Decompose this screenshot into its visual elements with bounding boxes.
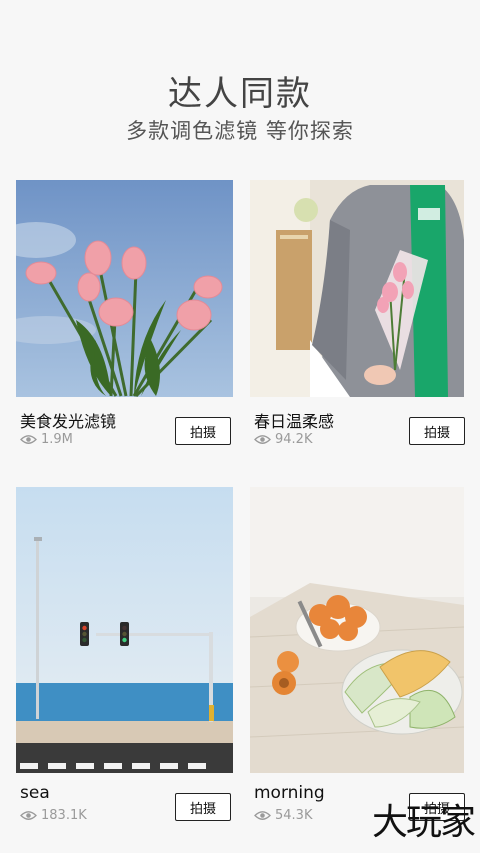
view-count-value: 94.2K xyxy=(275,432,313,447)
filter-name: morning xyxy=(254,783,325,803)
filter-thumbnail-morning[interactable] xyxy=(250,487,467,773)
page-subtitle: 多款调色滤镜 等你探索 xyxy=(126,119,354,143)
view-count: 94.2K xyxy=(254,432,312,447)
filter-card-3[interactable]: sea 183.1K 拍摄 xyxy=(16,487,233,823)
filter-thumbnail-sea[interactable] xyxy=(16,487,233,773)
view-count-value: 183.1K xyxy=(41,808,87,823)
view-count-value: 1.9M xyxy=(41,432,73,447)
view-count: 54.3K xyxy=(254,808,312,823)
filter-name: 美食发光滤镜 xyxy=(20,412,117,431)
view-count: 1.9M xyxy=(20,432,73,447)
eye-icon xyxy=(20,811,37,820)
filter-card-4[interactable]: morning 54.3K 拍摄 xyxy=(250,487,467,823)
view-count: 183.1K xyxy=(20,808,87,823)
shoot-button[interactable]: 拍摄 xyxy=(409,417,465,445)
filter-name: 春日温柔感 xyxy=(254,412,335,431)
filter-card-1[interactable]: 美食发光滤镜 1.9M 拍摄 xyxy=(16,180,233,447)
page-title: 达人同款 xyxy=(168,74,312,114)
view-count-value: 54.3K xyxy=(275,808,313,823)
filter-thumbnail-bouquet[interactable] xyxy=(250,180,467,397)
eye-icon xyxy=(254,435,271,444)
watermark-logo: 大玩家 xyxy=(371,802,476,843)
shoot-button[interactable]: 拍摄 xyxy=(175,417,231,445)
filter-name: sea xyxy=(20,783,50,803)
eye-icon xyxy=(254,811,271,820)
header: 达人同款 多款调色滤镜 等你探索 xyxy=(0,0,480,170)
filter-card-2[interactable]: 春日温柔感 94.2K 拍摄 xyxy=(250,180,467,447)
shoot-button[interactable]: 拍摄 xyxy=(175,793,231,821)
eye-icon xyxy=(20,435,37,444)
filter-thumbnail-tulips[interactable] xyxy=(16,180,233,397)
